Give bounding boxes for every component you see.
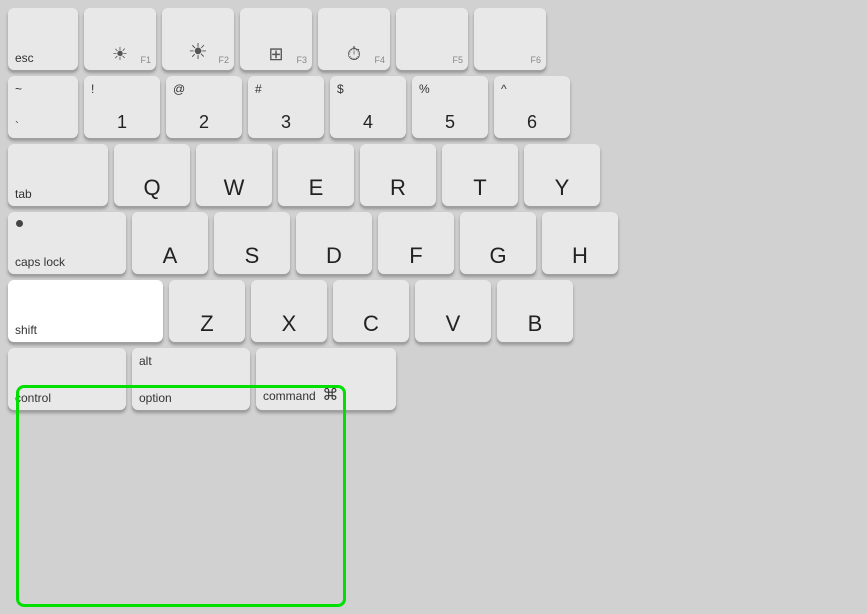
key-4-top: $ [337,82,344,96]
key-b[interactable]: B [497,280,573,342]
key-f4[interactable]: ⏱ F4 [318,8,390,70]
key-5-bottom: 5 [419,112,481,133]
tab-label: tab [15,187,101,201]
key-z[interactable]: Z [169,280,245,342]
key-tilde[interactable]: ~ ` [8,76,78,138]
bottom-row: control alt option command ⌘ [0,348,867,410]
key-shift-left[interactable]: shift [8,280,163,342]
key-2-bottom: 2 [173,112,235,133]
key-x[interactable]: X [251,280,327,342]
key-f1[interactable]: ☀ F1 [84,8,156,70]
key-e[interactable]: E [278,144,354,206]
key-1-bottom: 1 [91,112,153,133]
key-command[interactable]: command ⌘ [256,348,396,410]
key-x-label: X [258,311,320,337]
option-label: option [139,391,243,405]
key-w[interactable]: W [196,144,272,206]
key-h-label: H [549,243,611,269]
caps-lock-label: caps lock [15,255,119,269]
key-y[interactable]: Y [524,144,600,206]
key-w-label: W [203,175,265,201]
key-5-top: % [419,82,430,96]
key-6-top: ^ [501,82,507,96]
key-a-label: A [139,243,201,269]
number-row: ~ ` ! 1 @ 2 # 3 $ 4 % 5 ^ 6 [0,76,867,138]
key-5[interactable]: % 5 [412,76,488,138]
caps-lock-indicator [16,220,23,227]
highlight-modifier-keys [16,385,346,607]
f3-fn-label: F3 [296,55,307,65]
key-r-label: R [367,175,429,201]
key-t[interactable]: T [442,144,518,206]
asdf-row: caps lock A S D F G H [0,212,867,274]
key-t-label: T [449,175,511,201]
keyboard: esc ☀ F1 ☀ F2 ⊞ F3 ⏱ F4 F5 F6 ~ ` [0,0,867,614]
key-b-label: B [504,311,566,337]
key-s-label: S [221,243,283,269]
f1-fn-label: F1 [140,55,151,65]
key-y-label: Y [531,175,593,201]
key-4-bottom: 4 [337,112,399,133]
key-1[interactable]: ! 1 [84,76,160,138]
key-v-label: V [422,311,484,337]
tilde-bottom: ` [15,119,71,133]
key-d[interactable]: D [296,212,372,274]
f5-fn-label: F5 [452,55,463,65]
key-2-top: @ [173,82,185,96]
f4-fn-label: F4 [374,55,385,65]
key-r[interactable]: R [360,144,436,206]
f6-fn-label: F6 [530,55,541,65]
key-1-top: ! [91,82,94,96]
key-c-label: C [340,311,402,337]
esc-label: esc [15,51,71,65]
key-f6[interactable]: F6 [474,8,546,70]
f2-fn-label: F2 [218,55,229,65]
zxcv-row: shift Z X C V B [0,280,867,342]
key-3[interactable]: # 3 [248,76,324,138]
key-alt-option[interactable]: alt option [132,348,250,410]
key-g[interactable]: G [460,212,536,274]
key-3-top: # [255,82,262,96]
key-f3[interactable]: ⊞ F3 [240,8,312,70]
key-4[interactable]: $ 4 [330,76,406,138]
control-label: control [15,391,119,405]
key-tab[interactable]: tab [8,144,108,206]
key-h[interactable]: H [542,212,618,274]
key-g-label: G [467,243,529,269]
key-f-label: F [385,243,447,269]
fn-row: esc ☀ F1 ☀ F2 ⊞ F3 ⏱ F4 F5 F6 [0,8,867,70]
key-caps-lock[interactable]: caps lock [8,212,126,274]
key-f[interactable]: F [378,212,454,274]
key-control[interactable]: control [8,348,126,410]
key-esc[interactable]: esc [8,8,78,70]
tilde-top: ~ [15,82,22,96]
qwerty-row: tab Q W E R T Y [0,144,867,206]
shift-label: shift [15,323,156,337]
key-a[interactable]: A [132,212,208,274]
key-e-label: E [285,175,347,201]
key-3-bottom: 3 [255,112,317,133]
key-q-label: Q [121,175,183,201]
key-6[interactable]: ^ 6 [494,76,570,138]
alt-top-label: alt [139,354,152,368]
key-z-label: Z [176,311,238,337]
key-v[interactable]: V [415,280,491,342]
key-f2[interactable]: ☀ F2 [162,8,234,70]
key-2[interactable]: @ 2 [166,76,242,138]
key-6-bottom: 6 [501,112,563,133]
key-f5[interactable]: F5 [396,8,468,70]
command-label: command ⌘ [263,386,389,405]
key-q[interactable]: Q [114,144,190,206]
key-d-label: D [303,243,365,269]
key-s[interactable]: S [214,212,290,274]
key-c[interactable]: C [333,280,409,342]
